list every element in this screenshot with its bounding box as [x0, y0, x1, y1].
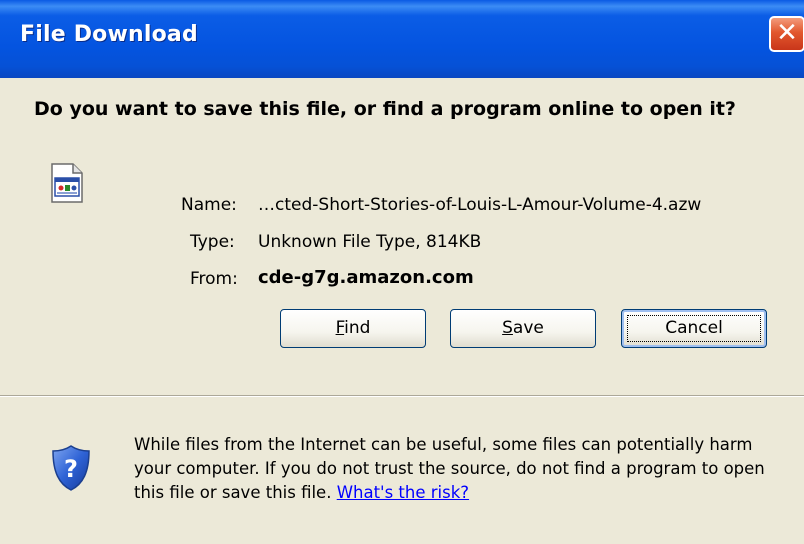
save-label: ave	[512, 318, 544, 338]
title-bar[interactable]: File Download ✕	[0, 0, 804, 78]
name-label: Name:	[181, 195, 237, 215]
shield-question-icon: ?	[52, 445, 90, 491]
svg-text:?: ?	[64, 455, 78, 483]
window-title: File Download	[20, 22, 198, 47]
type-label: Type:	[190, 232, 235, 252]
find-button[interactable]: Find	[280, 309, 426, 348]
focus-rect	[627, 315, 761, 342]
save-button[interactable]: Save	[450, 309, 596, 348]
whats-the-risk-link[interactable]: What's the risk?	[337, 483, 469, 502]
cancel-button[interactable]: Cancel	[621, 309, 767, 348]
name-value: …cted-Short-Stories-of-Louis-L-Amour-Vol…	[258, 195, 702, 215]
dialog-heading: Do you want to save this file, or find a…	[34, 98, 736, 120]
type-value: Unknown File Type, 814KB	[258, 232, 482, 252]
save-accel: S	[502, 318, 513, 338]
azw-file-icon	[51, 163, 83, 203]
from-value: cde-g7g.amazon.com	[258, 267, 474, 288]
from-label: From:	[190, 269, 238, 289]
close-icon: ✕	[776, 18, 798, 48]
close-button[interactable]: ✕	[769, 16, 804, 52]
warning-text: While files from the Internet can be use…	[134, 433, 784, 505]
find-label: ind	[344, 318, 371, 338]
find-accel: F	[335, 318, 345, 338]
divider	[0, 395, 804, 397]
